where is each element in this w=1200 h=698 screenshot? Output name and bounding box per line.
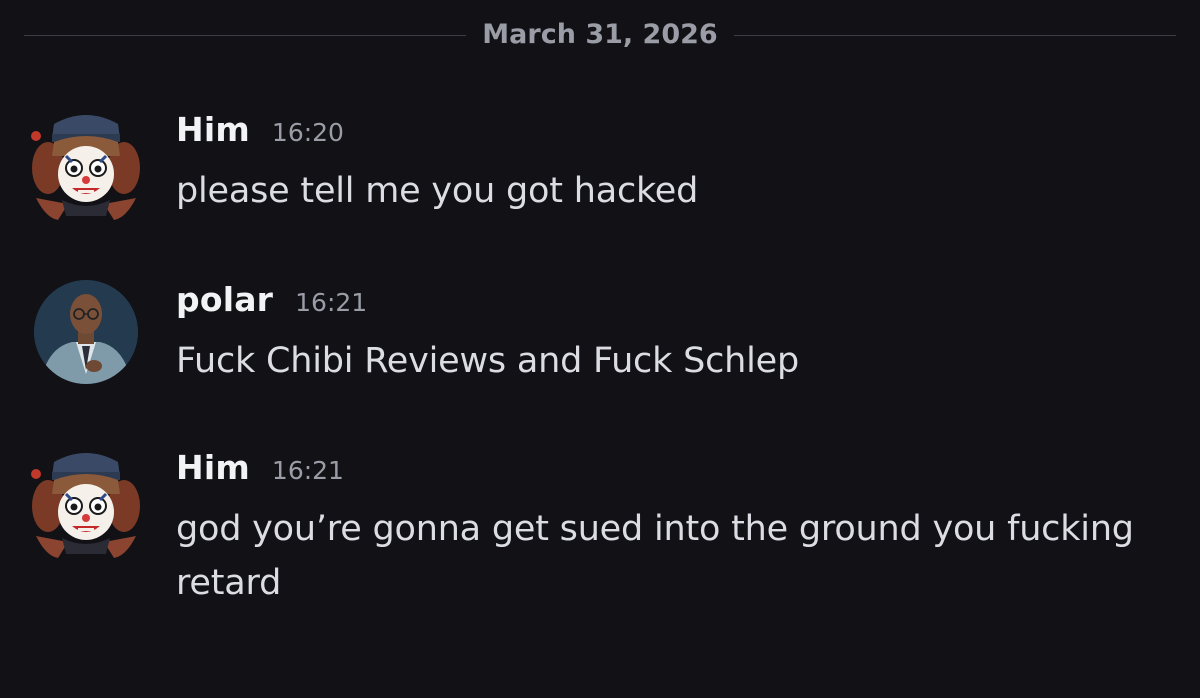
username[interactable]: polar bbox=[176, 280, 273, 319]
clown-chibi-avatar-icon[interactable] bbox=[28, 446, 144, 562]
date-divider: March 31, 2026 bbox=[0, 0, 1200, 70]
message-header: polar 16:21 bbox=[176, 280, 1176, 320]
message-header: Him 16:21 bbox=[176, 448, 1176, 488]
timestamp: 16:21 bbox=[271, 456, 344, 485]
clown-chibi-avatar-icon[interactable] bbox=[28, 108, 144, 224]
message-header: Him 16:20 bbox=[176, 110, 1176, 150]
timestamp: 16:20 bbox=[271, 118, 344, 147]
message-content: polar 16:21 Fuck Chibi Reviews and Fuck … bbox=[176, 280, 1176, 388]
message-text: please tell me you got hacked bbox=[176, 171, 699, 211]
username[interactable]: Him bbox=[176, 448, 250, 487]
divider-line-right bbox=[734, 35, 1176, 36]
message-content: Him 16:21 god you’re gonna get sued into… bbox=[176, 448, 1176, 610]
username[interactable]: Him bbox=[176, 110, 250, 149]
divider-line-left bbox=[24, 35, 466, 36]
message-text: Fuck Chibi Reviews and Fuck Schlep bbox=[176, 341, 800, 381]
message-text: god you’re gonna get sued into the groun… bbox=[176, 509, 1134, 603]
date-divider-label: March 31, 2026 bbox=[482, 19, 718, 50]
timestamp: 16:21 bbox=[295, 288, 368, 317]
message-content: Him 16:20 please tell me you got hacked bbox=[176, 110, 1176, 218]
man-in-suit-avatar-icon[interactable] bbox=[32, 278, 140, 386]
